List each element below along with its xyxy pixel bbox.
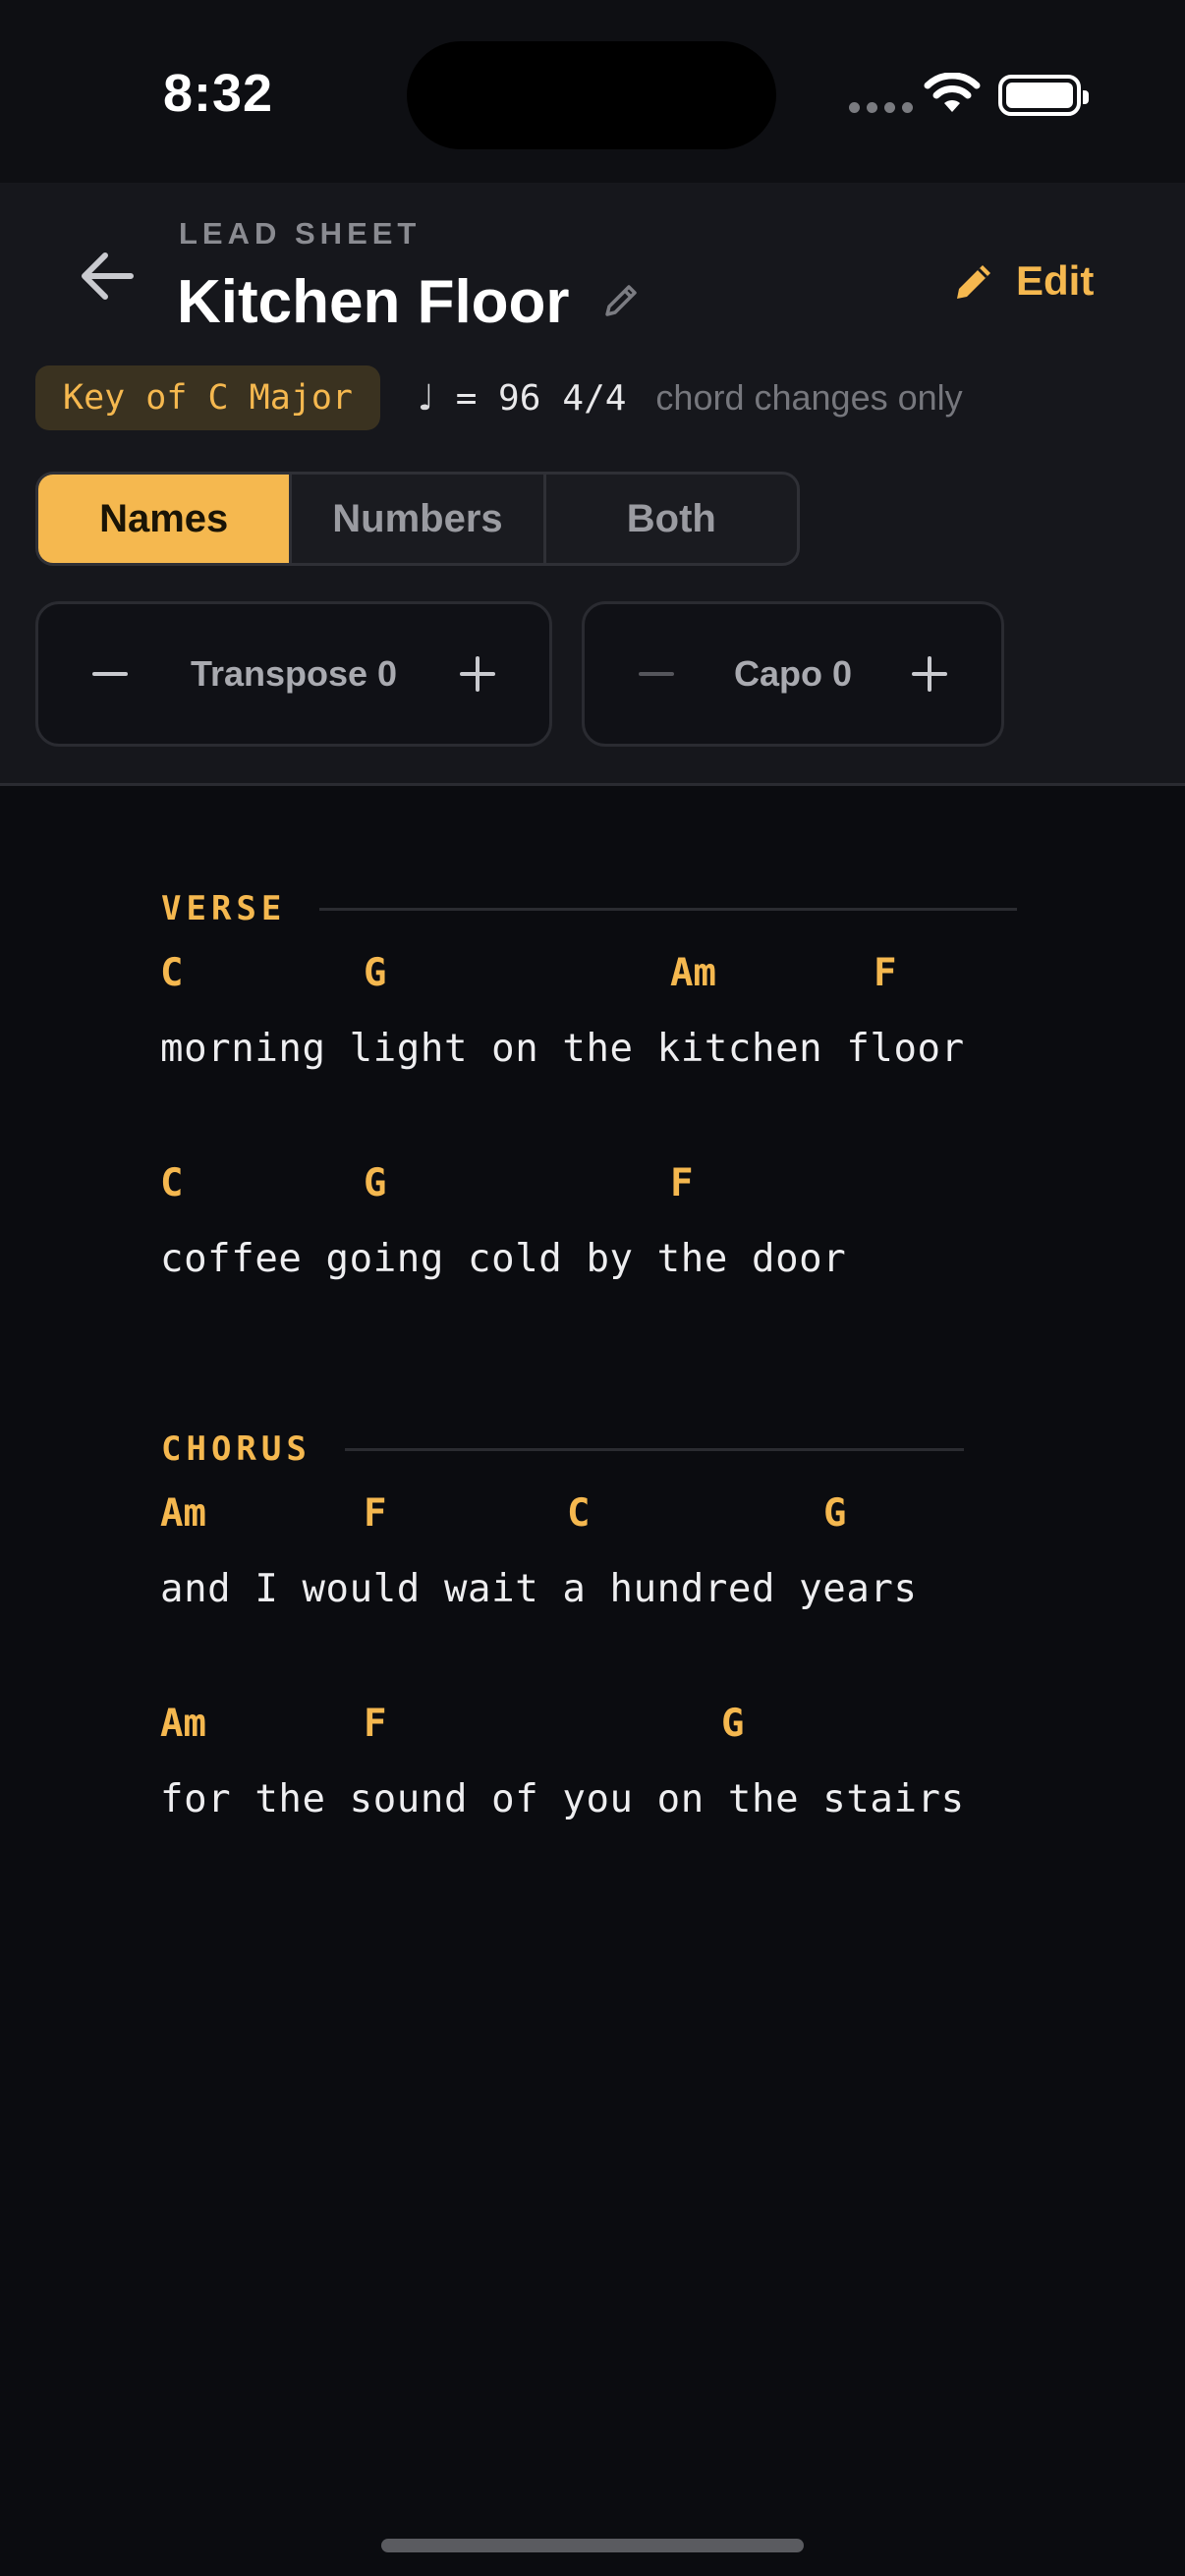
wifi-icon: [924, 73, 981, 112]
chord[interactable]: Am: [670, 951, 716, 995]
plus-icon: [460, 656, 495, 692]
pencil-icon: [957, 265, 990, 299]
dynamic-island: [407, 41, 776, 149]
lyric-line: for the sound of you on the stairs: [160, 1777, 965, 1821]
lyric-line: and I would wait a hundred years: [160, 1567, 918, 1611]
capo-decrease-button[interactable]: [632, 649, 681, 699]
back-button[interactable]: [73, 242, 141, 310]
chord[interactable]: G: [364, 951, 386, 995]
page-eyebrow: LEAD SHEET: [179, 216, 422, 251]
capo-label: Capo 0: [733, 653, 853, 694]
quarter-note-icon: ♩: [418, 377, 434, 419]
edit-button[interactable]: Edit: [953, 246, 1094, 316]
chord-display-toggle: Names Numbers Both: [35, 472, 800, 566]
song-meta: Key of C Major ♩ = 96 4/4 chord changes …: [35, 365, 963, 430]
lyric-line: morning light on the kitchen floor: [160, 1027, 965, 1071]
sheet-mode-note: chord changes only: [655, 377, 963, 418]
tempo: ♩ = 96: [418, 378, 540, 419]
minus-icon: [92, 672, 128, 676]
section-label: VERSE: [161, 889, 287, 928]
tab-numbers[interactable]: Numbers: [292, 475, 546, 563]
capo-increase-button[interactable]: [905, 649, 954, 699]
song-title[interactable]: Kitchen Floor: [177, 267, 570, 337]
chord[interactable]: F: [364, 1702, 386, 1746]
status-bar: 8:32: [0, 0, 1185, 183]
pencil-icon[interactable]: [601, 281, 641, 320]
cellular-signal-icon: [849, 102, 913, 113]
capo-stepper: Capo 0: [582, 601, 1004, 747]
chord[interactable]: C: [160, 951, 183, 995]
battery-icon: [998, 75, 1089, 116]
arrow-left-icon: [82, 252, 134, 300]
lead-sheet-header: LEAD SHEET Kitchen Floor Edit Key of C M…: [0, 183, 1185, 786]
chord[interactable]: C: [160, 1161, 183, 1205]
chord[interactable]: Am: [160, 1491, 206, 1536]
status-time: 8:32: [163, 64, 274, 123]
section-divider: [344, 1447, 964, 1451]
section-divider: [319, 907, 1018, 911]
chord[interactable]: F: [364, 1491, 386, 1536]
transpose-label: Transpose 0: [190, 653, 398, 694]
chord[interactable]: G: [721, 1702, 744, 1746]
transpose-stepper: Transpose 0: [35, 601, 552, 747]
chord[interactable]: G: [823, 1491, 846, 1536]
lead-sheet-body: VERSE C G Am F morning light on the kitc…: [0, 789, 1185, 2576]
section-header-chorus: CHORUS: [161, 1429, 964, 1469]
plus-icon: [912, 656, 947, 692]
tab-both[interactable]: Both: [546, 475, 797, 563]
tempo-value: = 96: [455, 377, 541, 419]
minus-icon: [639, 672, 674, 676]
tab-names[interactable]: Names: [38, 475, 293, 563]
transpose-increase-button[interactable]: [453, 649, 502, 699]
section-header-verse: VERSE: [161, 889, 1018, 928]
chord[interactable]: Am: [160, 1702, 206, 1746]
chord[interactable]: F: [670, 1161, 693, 1205]
chord[interactable]: F: [874, 951, 896, 995]
home-indicator[interactable]: [381, 2539, 804, 2552]
key-badge: Key of C Major: [35, 365, 381, 430]
chord[interactable]: G: [364, 1161, 386, 1205]
transpose-decrease-button[interactable]: [85, 649, 135, 699]
edit-label: Edit: [1016, 257, 1095, 304]
time-signature: 4/4: [562, 377, 627, 419]
section-label: CHORUS: [161, 1429, 311, 1469]
chord[interactable]: C: [567, 1491, 590, 1536]
lyric-line: coffee going cold by the door: [160, 1237, 847, 1281]
